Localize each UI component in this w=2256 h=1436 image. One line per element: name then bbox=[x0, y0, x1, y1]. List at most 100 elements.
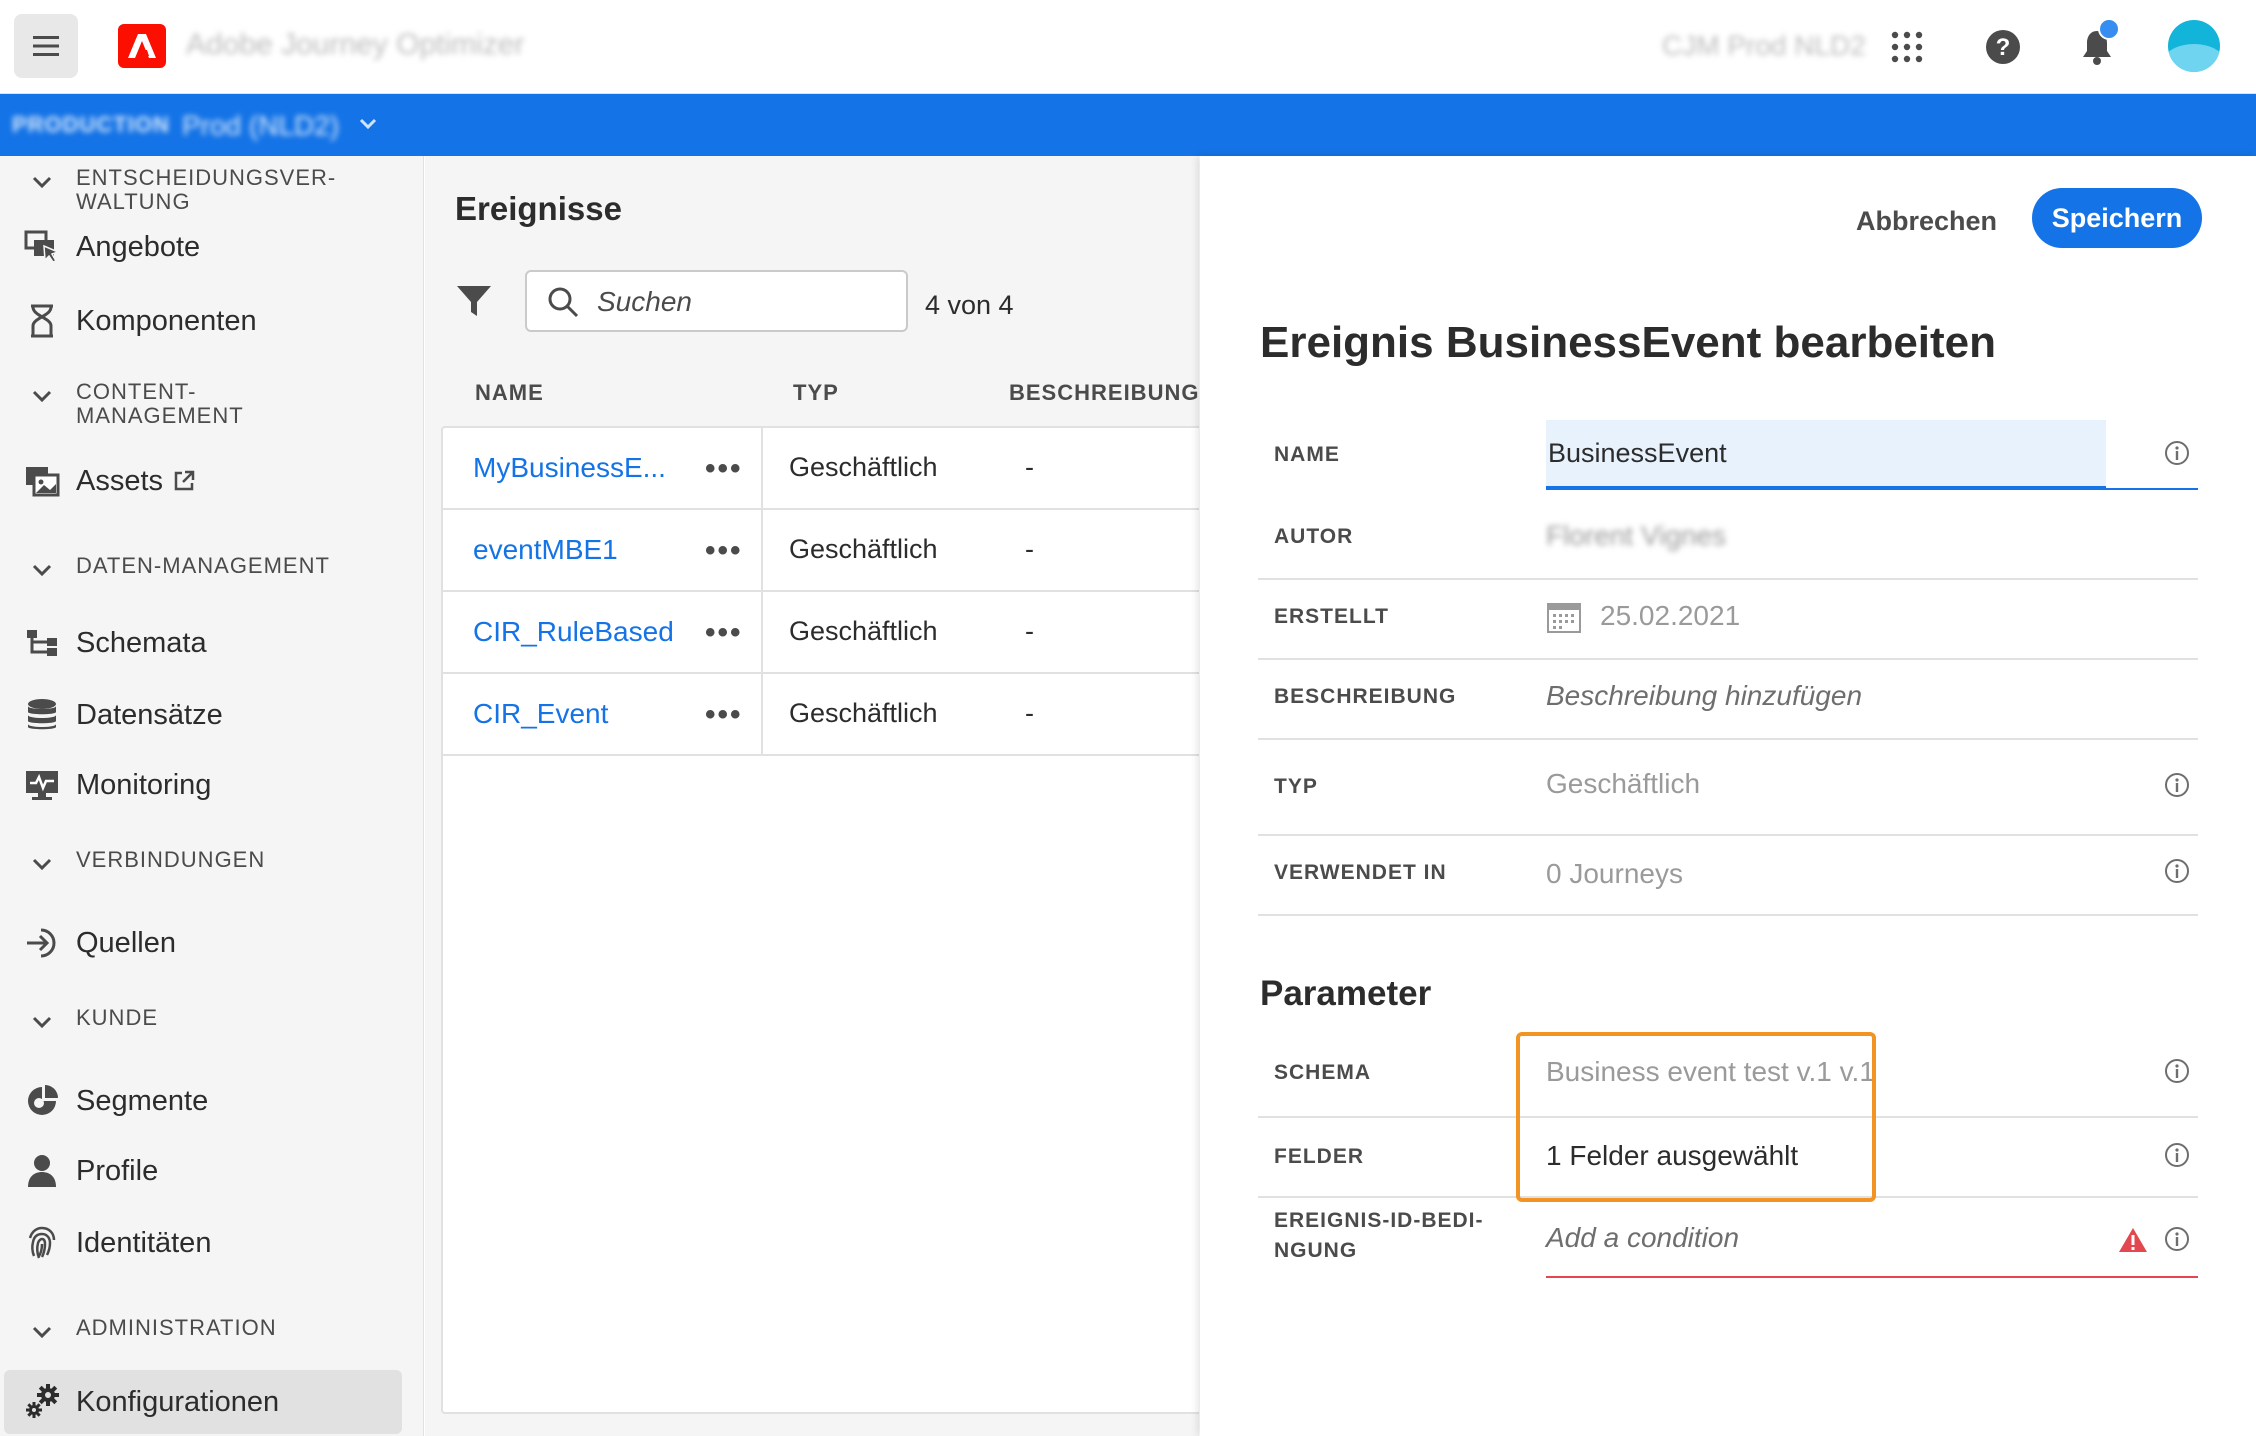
sidebar-item-label: Datensätze bbox=[76, 698, 223, 731]
sidebar-item-datasets[interactable]: Datensätze bbox=[22, 686, 402, 744]
filter-icon[interactable] bbox=[455, 282, 493, 320]
info-icon[interactable] bbox=[2164, 772, 2190, 798]
sidebar-item-sources[interactable]: Quellen bbox=[22, 914, 402, 972]
menu-icon bbox=[33, 36, 59, 56]
field-label: FELDER bbox=[1274, 1145, 1364, 1168]
sidebar-item-segments[interactable]: Segmente bbox=[22, 1072, 402, 1130]
event-description: - bbox=[1025, 452, 1034, 482]
notification-badge bbox=[2098, 18, 2120, 40]
calendar-icon bbox=[1547, 603, 1581, 633]
event-name-link[interactable]: MyBusinessE... bbox=[473, 452, 666, 484]
section-content-management[interactable]: CONTENT- MANAGEMENT bbox=[28, 380, 244, 428]
hamburger-menu-button[interactable] bbox=[14, 14, 78, 78]
chevron-down-icon bbox=[32, 390, 52, 403]
sidebar-item-monitoring[interactable]: Monitoring bbox=[22, 756, 402, 814]
monitoring-icon bbox=[22, 765, 62, 805]
section-label: ENTSCHEIDUNGSVER- WALTUNG bbox=[76, 165, 337, 214]
parameters-heading: Parameter bbox=[1260, 974, 1432, 1013]
table-row[interactable]: CIR_Event ••• Geschäftlich - bbox=[443, 674, 1199, 756]
events-list-panel: Ereignisse 4 von 4 NAME TYP BESCHREIBUNG… bbox=[425, 156, 1199, 1436]
event-name-link[interactable]: CIR_Event bbox=[473, 698, 608, 730]
event-description: - bbox=[1025, 534, 1034, 564]
section-label: CONTENT- MANAGEMENT bbox=[76, 379, 244, 428]
left-sidebar: ENTSCHEIDUNGSVER- WALTUNG Angebote Kompo… bbox=[0, 156, 424, 1436]
search-input[interactable] bbox=[597, 284, 897, 320]
sidebar-item-assets[interactable]: Assets bbox=[22, 452, 402, 510]
column-divider bbox=[761, 510, 763, 592]
section-label: KUNDE bbox=[76, 1005, 159, 1030]
info-icon[interactable] bbox=[2164, 1142, 2190, 1168]
used-in-value[interactable]: 0 Journeys bbox=[1546, 858, 1683, 890]
field-description: BESCHREIBUNG Beschreibung hinzufügen bbox=[1258, 660, 2198, 740]
table-row[interactable]: CIR_RuleBased ••• Geschäftlich - bbox=[443, 592, 1199, 674]
more-actions-button[interactable]: ••• bbox=[705, 616, 743, 650]
add-condition-input[interactable]: Add a condition bbox=[1546, 1222, 1739, 1254]
help-button[interactable]: ? bbox=[1978, 22, 2028, 72]
field-label: TYP bbox=[1274, 775, 1318, 798]
app-switcher-button[interactable] bbox=[1882, 22, 1932, 72]
search-field[interactable] bbox=[525, 270, 908, 332]
events-table: MyBusinessE... ••• Geschäftlich - eventM… bbox=[441, 426, 1199, 1414]
offers-icon bbox=[22, 227, 62, 267]
info-icon[interactable] bbox=[2164, 440, 2190, 466]
section-customer[interactable]: KUNDE bbox=[28, 1006, 158, 1036]
more-actions-button[interactable]: ••• bbox=[705, 452, 743, 486]
adobe-logo-icon bbox=[128, 34, 156, 58]
profile-icon bbox=[22, 1151, 62, 1191]
section-connections[interactable]: VERBINDUNGEN bbox=[28, 848, 265, 878]
gear-icon bbox=[22, 1382, 62, 1422]
info-icon[interactable] bbox=[2164, 858, 2190, 884]
schema-icon bbox=[22, 623, 62, 663]
table-row[interactable]: eventMBE1 ••• Geschäftlich - bbox=[443, 510, 1199, 592]
user-avatar[interactable] bbox=[2168, 20, 2220, 72]
sidebar-item-schemas[interactable]: Schemata bbox=[22, 614, 402, 672]
info-icon[interactable] bbox=[2164, 1226, 2190, 1252]
sidebar-item-components[interactable]: Komponenten bbox=[22, 292, 402, 350]
sidebar-item-offers[interactable]: Angebote bbox=[22, 218, 402, 276]
section-decision-management[interactable]: ENTSCHEIDUNGSVER- WALTUNG bbox=[28, 166, 336, 214]
sidebar-item-label: Monitoring bbox=[76, 768, 212, 801]
name-input[interactable]: BusinessEvent bbox=[1546, 420, 2106, 488]
sidebar-item-label: Komponenten bbox=[76, 304, 257, 337]
table-row[interactable]: MyBusinessE... ••• Geschäftlich - bbox=[443, 428, 1199, 510]
assets-icon bbox=[22, 461, 62, 501]
event-name-link[interactable]: CIR_RuleBased bbox=[473, 616, 674, 648]
description-input[interactable]: Beschreibung hinzufügen bbox=[1546, 680, 1862, 712]
name-input-value: BusinessEvent bbox=[1548, 438, 1727, 468]
section-data-management[interactable]: DATEN-MANAGEMENT bbox=[28, 554, 330, 584]
more-actions-button[interactable]: ••• bbox=[705, 534, 743, 568]
column-divider bbox=[761, 428, 763, 510]
more-actions-button[interactable]: ••• bbox=[705, 698, 743, 732]
field-label: NAME bbox=[1274, 443, 1340, 466]
highlight-box bbox=[1516, 1032, 1876, 1202]
sidebar-item-profiles[interactable]: Profile bbox=[22, 1142, 402, 1200]
help-icon: ? bbox=[1986, 30, 2020, 64]
created-date: 25.02.2021 bbox=[1600, 600, 1741, 631]
adobe-logo[interactable] bbox=[118, 24, 166, 68]
cancel-button[interactable]: Abbrechen bbox=[1840, 192, 2013, 250]
components-icon bbox=[22, 301, 62, 341]
sidebar-item-label: Quellen bbox=[76, 926, 176, 959]
section-administration[interactable]: ADMINISTRATION bbox=[28, 1316, 277, 1346]
column-header-type[interactable]: TYP bbox=[793, 380, 839, 406]
sidebar-item-configurations[interactable]: Konfigurationen bbox=[4, 1370, 402, 1434]
sandbox-switcher[interactable]: Prod (NLD2) bbox=[182, 110, 339, 142]
event-type: Geschäftlich bbox=[789, 616, 938, 646]
segments-icon bbox=[22, 1081, 62, 1121]
org-switcher[interactable]: CJM Prod NLD2 bbox=[1662, 30, 1866, 62]
sidebar-item-identities[interactable]: Identitäten bbox=[22, 1214, 402, 1272]
field-label: ERSTELLT bbox=[1274, 605, 1389, 628]
sidebar-item-label: Segmente bbox=[76, 1084, 209, 1117]
column-header-name[interactable]: NAME bbox=[475, 380, 544, 406]
field-event-id-condition: EREIGNIS-ID-BEDI- NGUNG Add a condition bbox=[1258, 1198, 2198, 1280]
field-label: EREIGNIS-ID-BEDI- NGUNG bbox=[1274, 1209, 1484, 1262]
edit-title: Ereignis BusinessEvent bearbeiten bbox=[1260, 318, 1997, 367]
notifications-button[interactable] bbox=[2072, 18, 2122, 72]
event-type: Geschäftlich bbox=[789, 698, 938, 728]
event-name-link[interactable]: eventMBE1 bbox=[473, 534, 618, 566]
info-icon[interactable] bbox=[2164, 1058, 2190, 1084]
sidebar-item-label: Schemata bbox=[76, 626, 207, 659]
save-button[interactable]: Speichern bbox=[2032, 188, 2202, 248]
column-header-description[interactable]: BESCHREIBUNG bbox=[1009, 380, 1199, 406]
chevron-down-icon[interactable] bbox=[356, 112, 380, 136]
